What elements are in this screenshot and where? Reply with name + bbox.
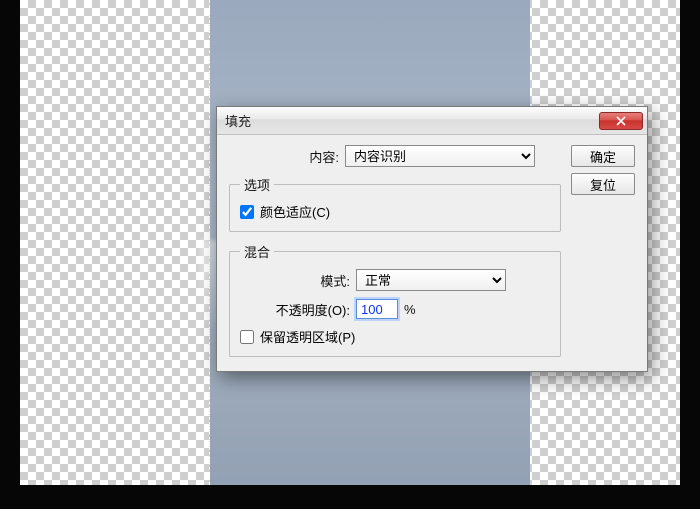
- mode-row: 模式: 正常: [240, 269, 550, 291]
- opacity-row: 不透明度(O): %: [240, 299, 550, 319]
- dialog-body: 内容: 内容识别 选项 颜色适应(C) 混合 模式:: [217, 135, 647, 371]
- color-adapt-input[interactable]: [240, 205, 254, 219]
- options-legend: 选项: [240, 175, 274, 194]
- preserve-input[interactable]: [240, 330, 254, 344]
- content-label: 内容:: [229, 147, 339, 166]
- percent-label: %: [404, 302, 416, 317]
- titlebar[interactable]: 填充: [217, 107, 647, 135]
- selection-edge: [209, 0, 210, 485]
- color-adapt-checkbox[interactable]: 颜色适应(C): [240, 202, 550, 221]
- content-row: 内容: 内容识别: [229, 145, 561, 167]
- ok-button[interactable]: 确定: [571, 145, 635, 167]
- dialog-title: 填充: [225, 111, 599, 130]
- blend-group: 混合 模式: 正常 不透明度(O): % 保留透明区域(: [229, 242, 561, 357]
- close-button[interactable]: [599, 112, 643, 130]
- content-dropdown[interactable]: 内容识别: [345, 145, 535, 167]
- mode-dropdown[interactable]: 正常: [356, 269, 506, 291]
- opacity-input[interactable]: [356, 299, 398, 319]
- fill-dialog: 填充 内容: 内容识别 选项 颜色适应(: [216, 106, 648, 372]
- side-column: 确定 复位: [571, 145, 635, 357]
- reset-button[interactable]: 复位: [571, 173, 635, 195]
- workspace: 填充 内容: 内容识别 选项 颜色适应(: [0, 0, 700, 509]
- close-icon: [615, 116, 627, 126]
- options-group: 选项 颜色适应(C): [229, 175, 561, 232]
- mode-label: 模式:: [240, 271, 350, 290]
- main-column: 内容: 内容识别 选项 颜色适应(C) 混合 模式:: [229, 145, 561, 357]
- opacity-label: 不透明度(O):: [240, 300, 350, 319]
- preserve-transparency-checkbox[interactable]: 保留透明区域(P): [240, 327, 550, 346]
- preserve-label: 保留透明区域(P): [260, 327, 355, 346]
- blend-legend: 混合: [240, 242, 274, 261]
- color-adapt-label: 颜色适应(C): [260, 202, 330, 221]
